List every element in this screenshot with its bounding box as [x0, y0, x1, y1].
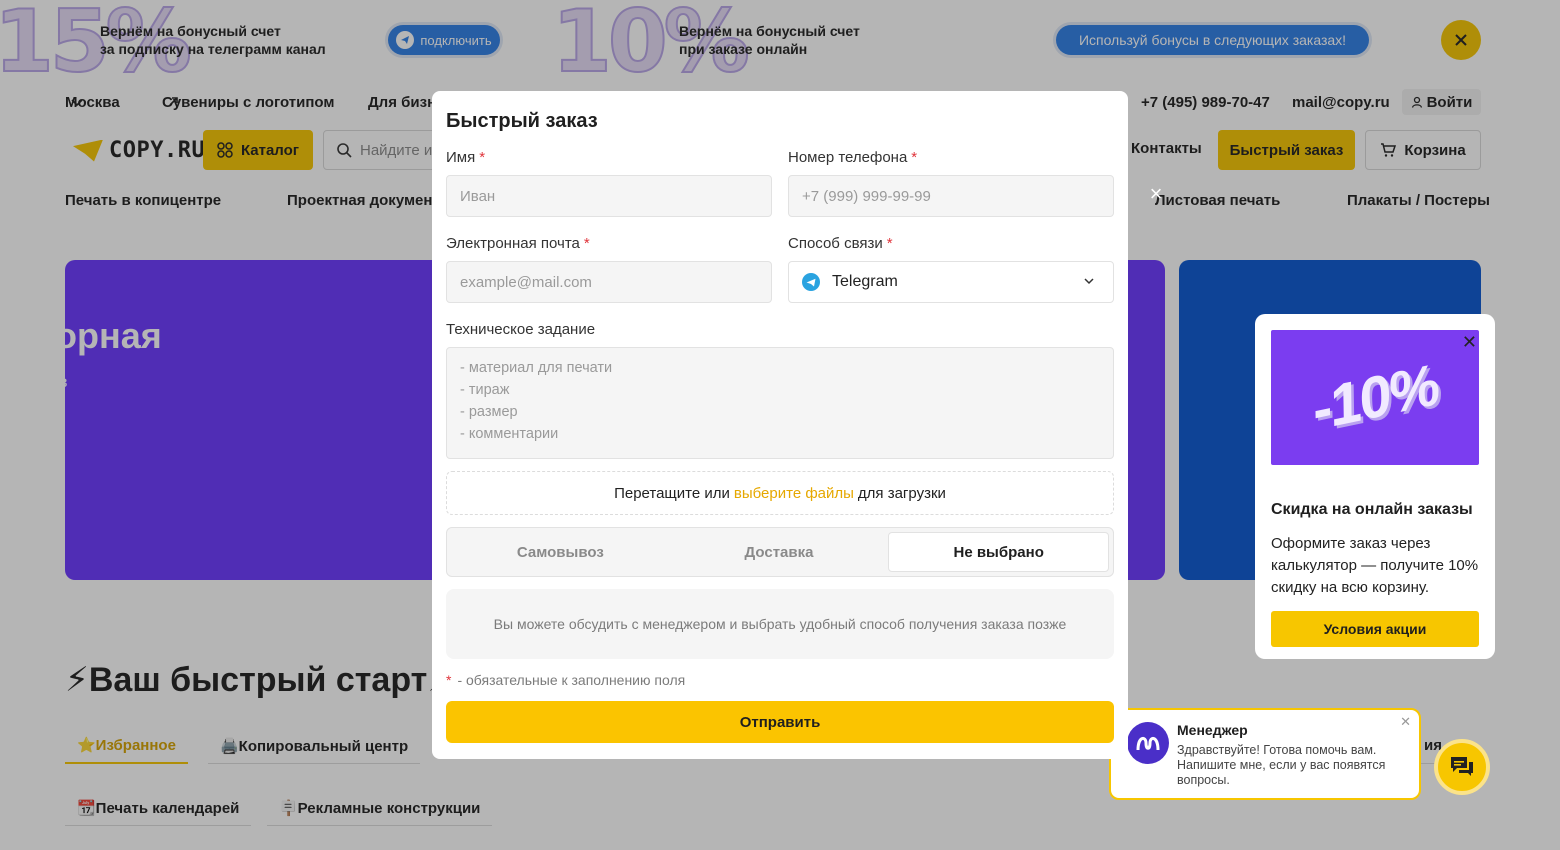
phone-input[interactable]: +7 (999) 999-99-99 — [788, 175, 1114, 217]
email-placeholder: example@mail.com — [460, 273, 592, 291]
contact-method-label: Способ связи * — [788, 235, 893, 252]
delivery-note: Вы можете обсудить с менеджером и выбрат… — [446, 589, 1114, 659]
manager-logo-icon — [1136, 736, 1160, 751]
phone-label-text: Номер телефона — [788, 149, 908, 166]
required-fields-note-text: - обязательные к заполнению поля — [457, 672, 686, 688]
tech-task-label: Техническое задание — [446, 321, 596, 338]
tech-task-placeholder-line: - комментарии — [460, 426, 559, 442]
chevron-down-icon — [1084, 278, 1094, 285]
name-label-text: Имя — [446, 149, 476, 166]
chat-bubble[interactable]: Менеджер Здравствуйте! Готова помочь вам… — [1109, 708, 1421, 800]
email-label-text: Электронная почта — [446, 235, 580, 252]
name-placeholder: Иван — [460, 187, 496, 205]
delivery-option-none[interactable]: Не выбрано — [888, 532, 1110, 572]
name-input[interactable]: Иван — [446, 175, 772, 217]
submit-button[interactable]: Отправить — [446, 701, 1114, 743]
chat-open-button[interactable] — [1434, 739, 1490, 795]
phone-placeholder: +7 (999) 999-99-99 — [802, 187, 931, 205]
contact-method-select[interactable]: Telegram — [788, 261, 1114, 303]
contact-method-label-text: Способ связи — [788, 235, 883, 252]
required-mark: * — [479, 149, 486, 166]
chat-close-icon[interactable]: ✕ — [1400, 714, 1411, 730]
choose-files-link[interactable]: выберите файлы — [734, 485, 854, 502]
name-label: Имя * — [446, 149, 485, 166]
promo-card-title: Скидка на онлайн заказы — [1271, 501, 1473, 518]
discount-promo-card: -10% ✕ Скидка на онлайн заказы Оформите … — [1255, 314, 1495, 659]
telegram-icon — [802, 273, 820, 291]
delivery-option-delivery[interactable]: Доставка — [670, 532, 889, 572]
tech-task-placeholder-line: - тираж — [460, 382, 510, 398]
required-mark: * — [446, 672, 452, 688]
promo-card-close-icon[interactable]: ✕ — [1462, 332, 1477, 353]
chat-icon — [1451, 757, 1473, 776]
required-mark: * — [886, 235, 893, 252]
promo-card-text: Оформите заказ через калькулятор — получ… — [1271, 535, 1479, 596]
email-input[interactable]: example@mail.com — [446, 261, 772, 303]
delivery-option-pickup[interactable]: Самовывоз — [451, 532, 670, 572]
dropzone-text-before: Перетащите или — [614, 484, 730, 502]
phone-label: Номер телефона * — [788, 149, 917, 166]
tech-task-placeholder-line: - размер — [460, 404, 518, 420]
promo-conditions-button[interactable]: Условия акции — [1271, 611, 1479, 647]
required-mark: * — [911, 149, 918, 166]
email-label: Электронная почта * — [446, 235, 590, 252]
required-mark: * — [583, 235, 590, 252]
discount-badge: -10% — [1305, 352, 1445, 443]
dropzone-text-after: для загрузки — [857, 484, 946, 502]
contact-method-value: Telegram — [832, 273, 898, 290]
modal-title: Быстрый заказ — [446, 110, 598, 132]
required-fields-note: * - обязательные к заполнению поля — [446, 672, 685, 688]
manager-avatar — [1127, 722, 1169, 764]
tech-task-placeholder-line: - материал для печати — [460, 360, 613, 376]
quick-order-modal: × Быстрый заказ Имя * Иван Номер телефона… — [432, 91, 1162, 759]
discount-image: -10% — [1271, 330, 1479, 465]
delivery-segmented-control: Самовывоз Доставка Не выбрано — [446, 527, 1114, 577]
chat-manager-name: Менеджер — [1177, 722, 1248, 738]
chat-message: Здравствуйте! Готова помочь вам. Напишит… — [1177, 743, 1386, 787]
file-dropzone[interactable]: Перетащите или выберите файлы для загруз… — [446, 471, 1114, 515]
modal-close-icon[interactable]: × — [1145, 181, 1167, 206]
tech-task-textarea[interactable]: - материал для печати - тираж - размер -… — [446, 347, 1114, 459]
